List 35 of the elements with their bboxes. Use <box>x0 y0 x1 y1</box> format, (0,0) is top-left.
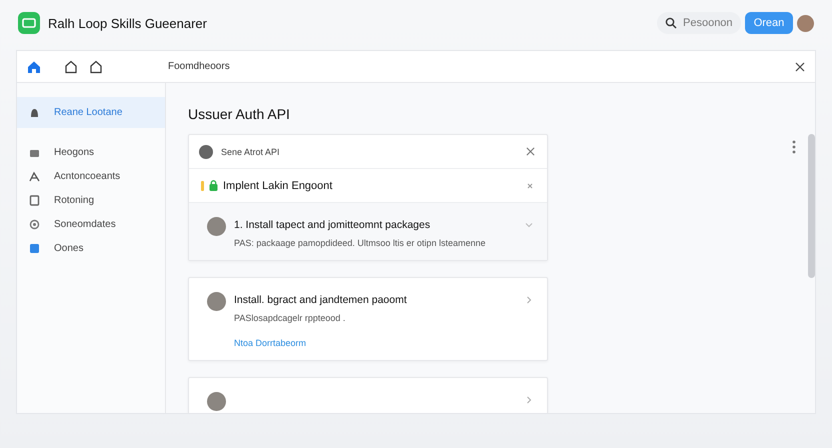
task-title: Implent Lakin Engoont <box>223 180 332 192</box>
avatar <box>207 392 226 411</box>
avatar <box>207 292 226 311</box>
target-icon <box>29 218 40 230</box>
app-title: Ralh Loop Skills Gueenarer <box>48 16 207 30</box>
sidebar-item[interactable]: Acntoncoeants <box>17 164 165 188</box>
app-logo-icon <box>18 12 40 34</box>
house-icon[interactable] <box>89 60 103 74</box>
sidebar-item[interactable]: Reane Lootane <box>17 97 165 128</box>
card-header-text: Sene Atrot API <box>221 146 280 156</box>
more-options-icon[interactable] <box>792 140 796 154</box>
sidebar-item[interactable]: Rotoning <box>17 188 165 212</box>
sidebar-item[interactable]: Heogons <box>17 140 165 164</box>
breadcrumb[interactable]: Foomdheoors <box>168 61 230 72</box>
home-icon[interactable] <box>27 60 41 74</box>
step-title: 1. Install tapect and jomitteomnt packages <box>234 219 432 231</box>
user-avatar[interactable] <box>797 14 814 32</box>
status-bar-icon <box>201 180 204 190</box>
close-icon[interactable] <box>795 62 805 72</box>
house-icon[interactable] <box>64 60 78 74</box>
avatar <box>207 217 226 236</box>
square-icon <box>29 242 40 254</box>
sidebar-item[interactable]: Soneomdates <box>17 212 165 236</box>
sidebar-item[interactable]: Oones <box>17 236 165 260</box>
step-detail: PASlosapdcagelr rppteood . <box>234 313 346 323</box>
step-title: Install. bgract and jandtemen paoomt <box>234 294 408 306</box>
document-icon <box>29 194 40 206</box>
avatar <box>199 144 213 158</box>
step-link[interactable]: Ntoa Dorrtabeorm <box>234 338 306 348</box>
lock-icon <box>209 180 218 191</box>
page-title: Ussuer Auth API <box>188 106 291 122</box>
search-field[interactable]: Pesoonon <box>657 12 741 34</box>
step-detail: PAS: packaage pamopdideed. Ultmsoo ltis er otipn lsteamenne <box>234 238 486 248</box>
scrollbar[interactable] <box>808 134 815 278</box>
close-icon[interactable] <box>526 147 535 156</box>
